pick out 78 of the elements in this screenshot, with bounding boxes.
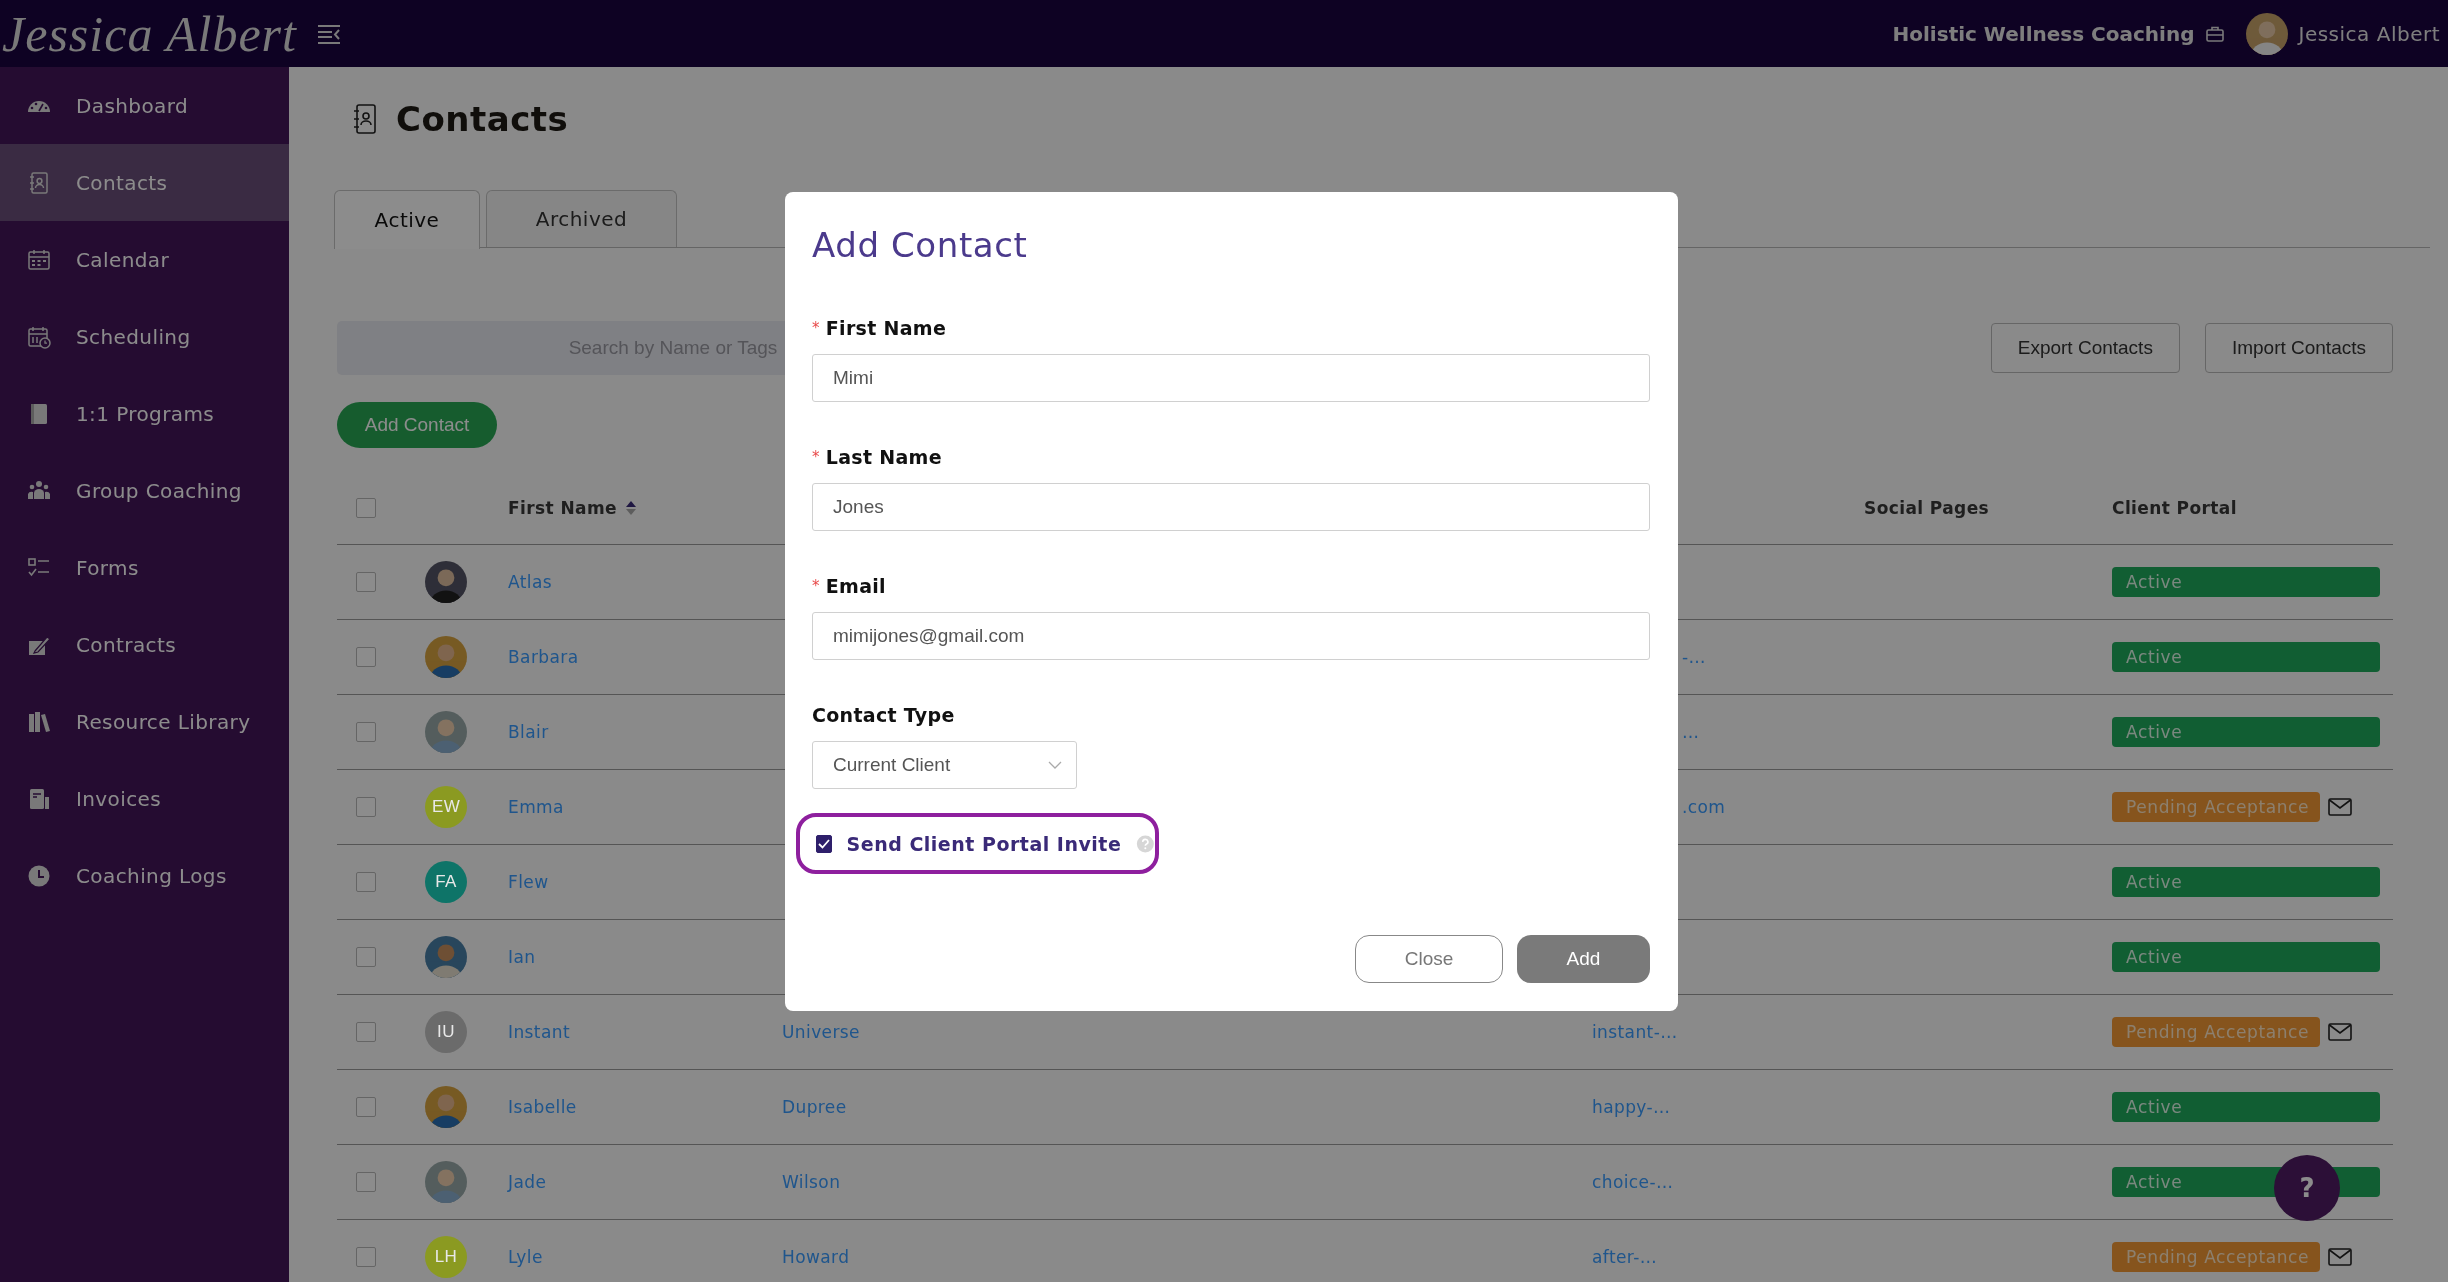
- row-checkbox[interactable]: [356, 1097, 376, 1117]
- sidebar-item[interactable]: Forms: [0, 529, 289, 606]
- briefcase-icon: [2206, 25, 2225, 42]
- status-badge: Active: [2112, 642, 2380, 672]
- sidebar-item[interactable]: Resource Library: [0, 683, 289, 760]
- status-badge: Active: [2112, 717, 2380, 747]
- field-label: Last Name: [825, 446, 942, 468]
- input-field[interactable]: mimijones@gmail.com: [812, 612, 1650, 660]
- status-badge: Active: [2112, 867, 2380, 897]
- logo[interactable]: Jessica Albert: [2, 4, 297, 63]
- modal-title: Add Contact: [812, 224, 1029, 267]
- row-checkbox[interactable]: [356, 1022, 376, 1042]
- checkbox-label[interactable]: Send Client Portal Invite: [846, 832, 1122, 855]
- row-checkbox[interactable]: [356, 947, 376, 967]
- dashboard-icon: [27, 99, 51, 112]
- status-badge: Pending Acceptance: [2112, 1017, 2320, 1047]
- help-button[interactable]: ?: [2274, 1155, 2340, 1221]
- toolbar-button[interactable]: Import Contacts: [2204, 323, 2393, 373]
- sidebar-item[interactable]: Contracts: [0, 606, 289, 683]
- avatar: EW: [425, 786, 467, 828]
- contact-type-dropdown[interactable]: Current Client: [812, 741, 1077, 789]
- row-checkbox[interactable]: [356, 572, 376, 592]
- column-header[interactable]: Social Pages: [1864, 497, 2112, 518]
- row-checkbox[interactable]: [356, 647, 376, 667]
- invoice-icon: [27, 786, 51, 811]
- contact-book-icon: [27, 170, 51, 195]
- envelope-icon[interactable]: [2328, 1248, 2352, 1266]
- column-header[interactable]: Client Portal: [2112, 497, 2393, 518]
- sidebar-item[interactable]: 1:1 Programs: [0, 375, 289, 452]
- sidebar-item[interactable]: Coaching Logs: [0, 837, 289, 914]
- calendar-clock-icon: [27, 324, 51, 349]
- chevron-down-icon: [1048, 761, 1062, 769]
- invite-checkbox[interactable]: [816, 834, 832, 853]
- required-mark: *: [812, 319, 820, 337]
- sidebar-item[interactable]: Calendar: [0, 221, 289, 298]
- toolbar-button[interactable]: Export Contacts: [1990, 323, 2180, 373]
- sidebar-item[interactable]: Contacts: [0, 144, 289, 221]
- input-field[interactable]: Jones: [812, 483, 1650, 531]
- sidebar-item[interactable]: Group Coaching: [0, 452, 289, 529]
- field-label: Contact Type: [812, 703, 956, 727]
- avatar: FA: [425, 861, 467, 903]
- sidebar-item[interactable]: Invoices: [0, 760, 289, 837]
- required-mark: *: [812, 577, 820, 595]
- books-icon: [27, 709, 51, 734]
- field-label: Email: [825, 575, 886, 597]
- status-badge: Active: [2112, 942, 2380, 972]
- envelope-icon[interactable]: [2328, 798, 2352, 816]
- required-mark: *: [812, 448, 820, 466]
- avatar: IU: [425, 1011, 467, 1053]
- row-checkbox[interactable]: [356, 872, 376, 892]
- contact-book-icon: [352, 103, 376, 134]
- add-contact-button[interactable]: Add Contact: [337, 402, 497, 448]
- status-badge: Active: [2112, 567, 2380, 597]
- select-all-checkbox[interactable]: [356, 497, 376, 518]
- close-button[interactable]: Close: [1355, 935, 1503, 983]
- row-checkbox[interactable]: [356, 1247, 376, 1267]
- sidebar-item[interactable]: Scheduling: [0, 298, 289, 375]
- sort-icon[interactable]: [624, 499, 637, 516]
- input-field[interactable]: Mimi: [812, 354, 1650, 402]
- clock-icon: [27, 863, 51, 888]
- envelope-icon[interactable]: [2328, 1023, 2352, 1041]
- business-name[interactable]: Holistic Wellness Coaching: [1892, 21, 2195, 46]
- tab[interactable]: Active: [334, 190, 480, 249]
- sidebar-item[interactable]: Dashboard: [0, 67, 289, 144]
- user-name[interactable]: Jessica Albert: [2298, 21, 2440, 46]
- status-badge: Pending Acceptance: [2112, 1242, 2320, 1272]
- status-badge: Pending Acceptance: [2112, 792, 2320, 822]
- add-button[interactable]: Add: [1517, 935, 1650, 983]
- row-checkbox[interactable]: [356, 1172, 376, 1192]
- avatar: LH: [425, 1236, 467, 1278]
- status-badge: Active: [2112, 1092, 2380, 1122]
- row-checkbox[interactable]: [356, 722, 376, 742]
- calendar-icon: [27, 247, 51, 272]
- row-checkbox[interactable]: [356, 797, 376, 817]
- column-header[interactable]: First Name: [508, 497, 617, 518]
- menu-icon[interactable]: [316, 23, 341, 44]
- page-title: Contacts: [396, 98, 569, 139]
- tab[interactable]: Archived: [486, 190, 677, 247]
